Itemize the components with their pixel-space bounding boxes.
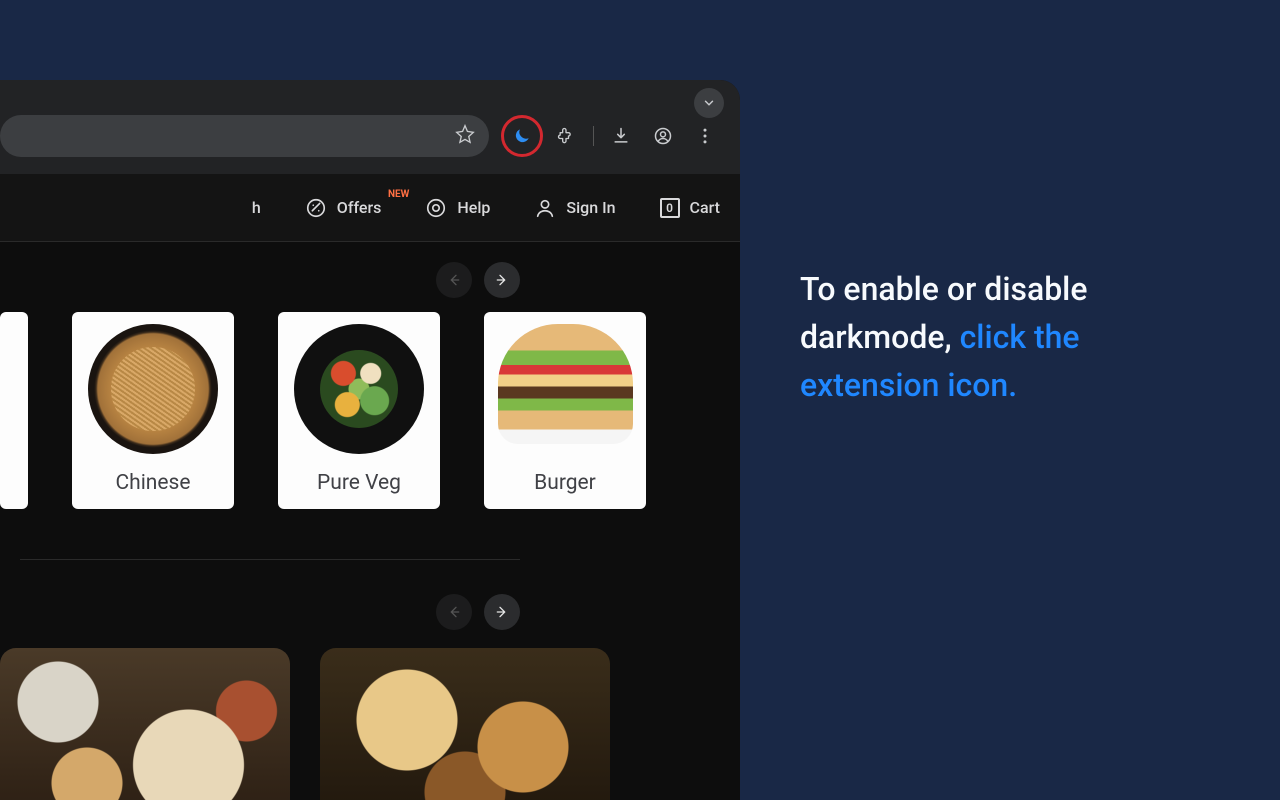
puzzle-icon [556,126,576,146]
restaurant-carousel-nav [20,560,520,648]
category-card-pure-veg[interactable]: Pure Veg [278,312,440,509]
restaurant-card[interactable] [0,648,290,800]
address-bar[interactable] [0,115,489,157]
arrow-right-icon [494,272,510,288]
offers-icon [305,197,327,219]
downloads-button[interactable] [602,117,640,155]
nav-offers-label: Offers [337,198,382,217]
restaurant-next-button[interactable] [484,594,520,630]
bookmark-button[interactable] [455,124,475,148]
category-card-chinese[interactable]: Chinese [72,312,234,509]
browser-menu-button[interactable] [686,117,724,155]
nav-help-label: Help [457,198,490,217]
chevron-down-icon [702,96,716,110]
nav-search-partial: h [252,198,261,217]
category-carousel-nav [20,242,520,312]
category-prev-button[interactable] [436,262,472,298]
toolbar-divider [593,126,594,146]
category-image-chinese [88,324,218,454]
nav-cart[interactable]: 0 Cart [660,198,720,218]
category-card-burger[interactable]: Burger [484,312,646,509]
category-label: Pure Veg [317,471,401,495]
nav-signin[interactable]: Sign In [534,197,615,219]
nav-signin-label: Sign In [566,198,615,217]
cart-count-box: 0 [660,198,680,218]
content-area: Chinese Pure Veg Burger [0,242,740,800]
arrow-left-icon [446,604,462,620]
kebab-menu-icon [695,126,715,146]
restaurant-card[interactable] [320,648,610,800]
restaurant-prev-button[interactable] [436,594,472,630]
moon-icon [512,126,532,146]
category-image-pure-veg [294,324,424,454]
download-icon [611,126,631,146]
browser-chrome [0,80,740,174]
extensions-button[interactable] [547,117,585,155]
instruction-text: To enable or disable darkmode, click the… [800,265,1220,409]
category-next-button[interactable] [484,262,520,298]
help-icon [425,197,447,219]
arrow-left-icon [446,272,462,288]
category-card-partial[interactable] [0,312,28,509]
category-label: Burger [534,471,596,495]
category-label: Chinese [115,471,190,495]
nav-help[interactable]: Help [425,197,490,219]
arrow-right-icon [494,604,510,620]
star-icon [455,124,475,144]
browser-window: h Offers NEW Help Sign In 0 Cart [0,80,740,800]
category-carousel: Chinese Pure Veg Burger [20,312,720,539]
nav-offers-badge: NEW [388,189,409,200]
profile-button[interactable] [644,117,682,155]
site-nav: h Offers NEW Help Sign In 0 Cart [0,174,740,242]
nav-cart-label: Cart [690,198,720,217]
category-image-burger [498,324,633,444]
account-icon [653,126,673,146]
restaurant-carousel [0,648,720,800]
cart-count: 0 [666,201,673,215]
extension-darkmode-button[interactable] [501,115,543,157]
nav-offers[interactable]: Offers NEW [305,197,382,219]
user-icon [534,197,556,219]
toolbar-row [0,113,724,158]
